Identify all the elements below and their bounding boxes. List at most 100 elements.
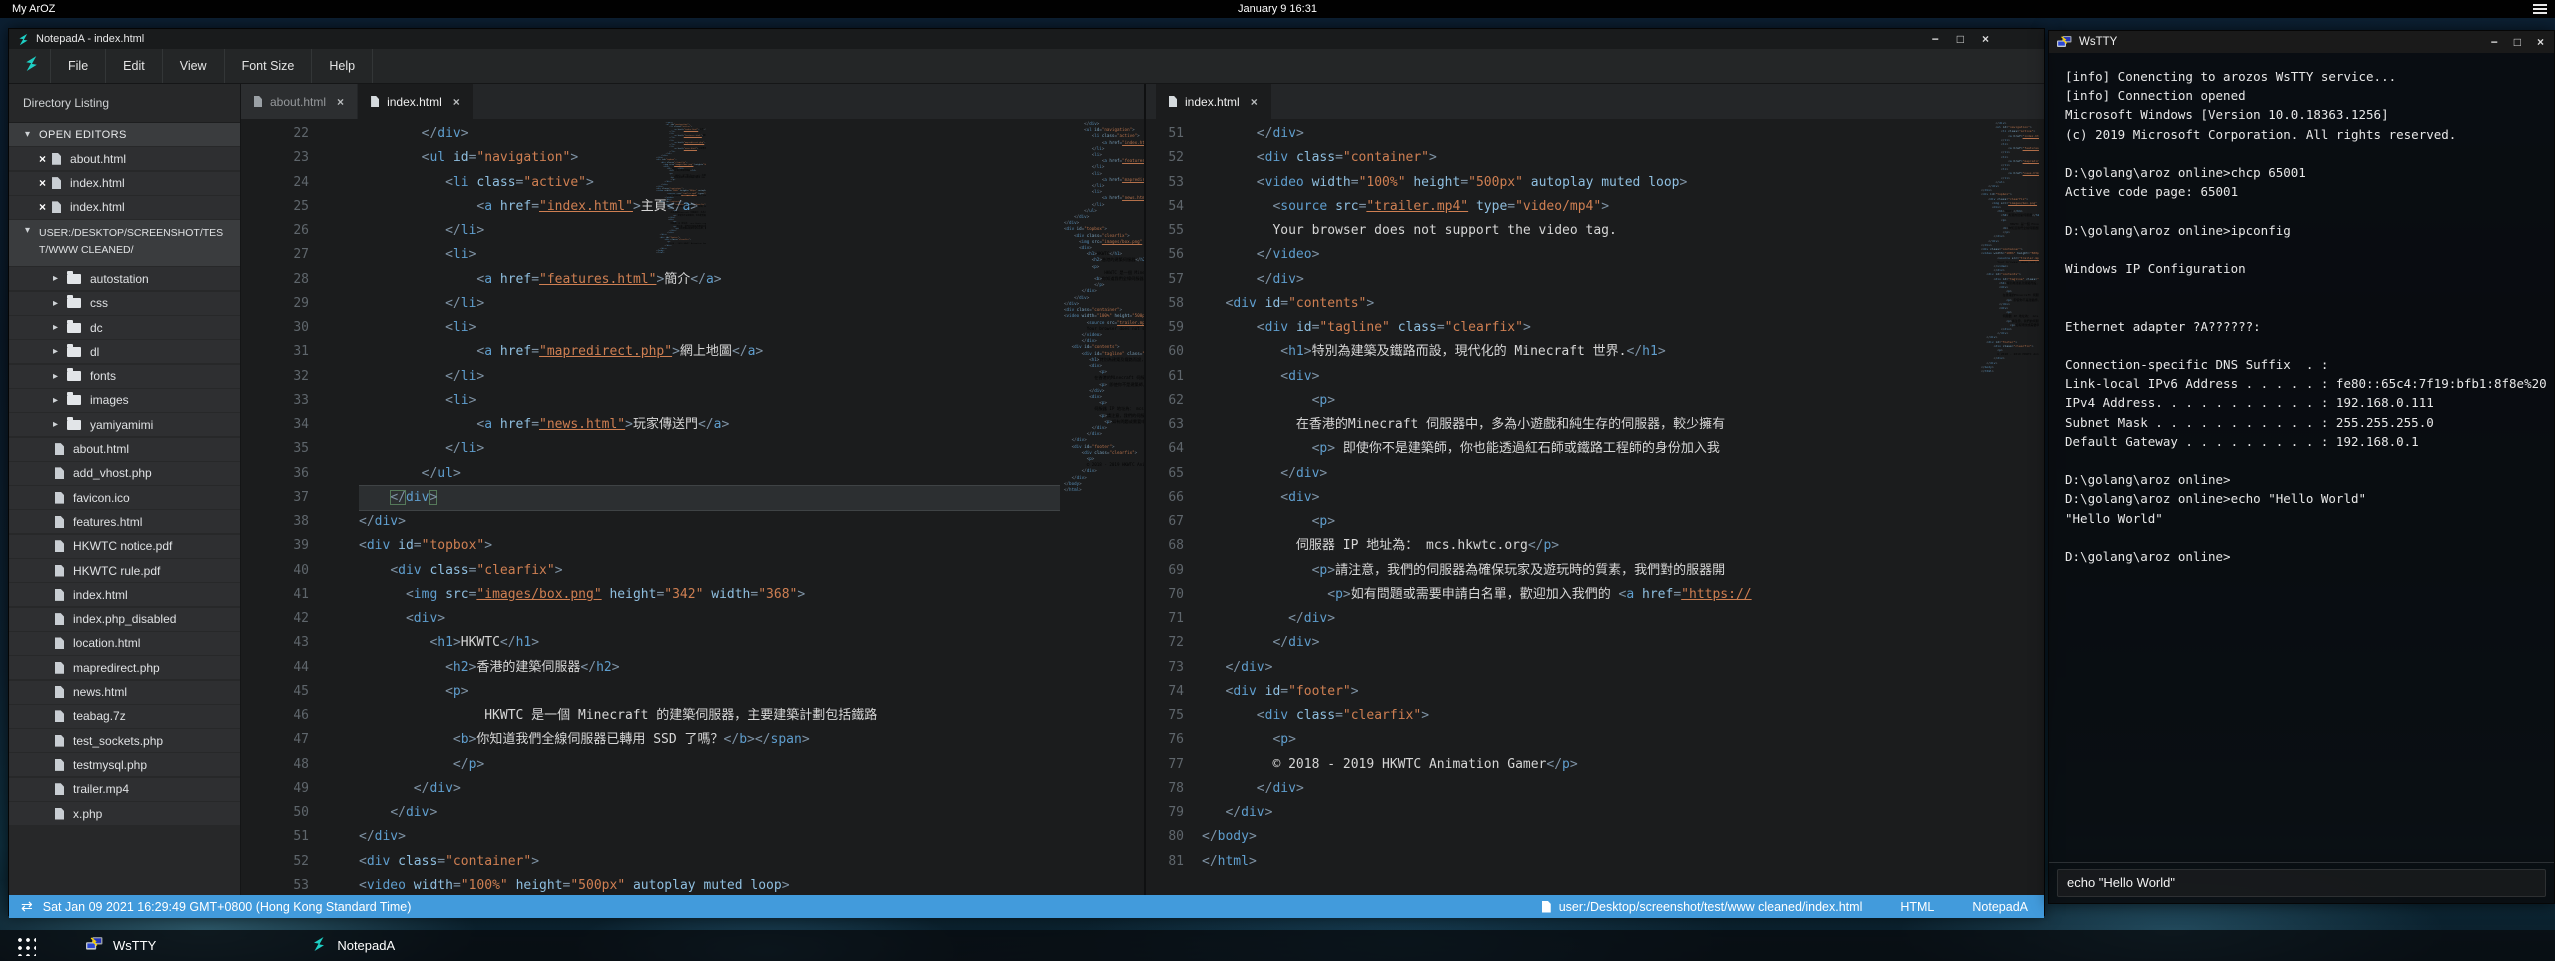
sidebar-file-item[interactable]: about.html	[9, 438, 240, 461]
taskbar-item-notepada[interactable]: NotepadA	[301, 930, 405, 961]
taskbar-item-label: NotepadA	[337, 938, 395, 953]
file-label: about.html	[73, 442, 129, 456]
wstty-titlebar[interactable]: WsTTY − □ ×	[2049, 31, 2554, 53]
file-icon	[1169, 96, 1177, 107]
sidebar-file-item[interactable]: mapredirect.php	[9, 656, 240, 679]
open-editor-item[interactable]: ×index.html	[9, 172, 240, 195]
file-icon	[52, 153, 61, 165]
close-icon[interactable]: ×	[1251, 95, 1258, 109]
line-number: 52	[241, 850, 331, 874]
menu-help[interactable]: Help	[311, 49, 373, 83]
folder-label: autostation	[90, 272, 149, 286]
line-number: 34	[241, 413, 331, 437]
sidebar-file-item[interactable]: teabag.7z	[9, 705, 240, 728]
line-number: 25	[241, 195, 331, 219]
close-icon[interactable]: ×	[337, 95, 344, 109]
file-label: location.html	[73, 636, 140, 650]
code-line: </div>	[359, 122, 1144, 146]
sidebar-file-item[interactable]: features.html	[9, 510, 240, 533]
code-editor[interactable]: </div> <div class="container"> <video wi…	[1198, 122, 2044, 895]
code-line: <img src="images/box.png" height="342" w…	[359, 583, 1144, 607]
open-editors-header[interactable]: ▾OPEN EDITORS	[9, 123, 240, 146]
app-launcher-grid-icon[interactable]	[15, 935, 36, 956]
file-icon	[55, 759, 64, 771]
file-label: index.html	[73, 588, 128, 602]
file-icon	[55, 443, 64, 455]
close-icon[interactable]: ×	[39, 176, 46, 190]
file-icon	[1542, 901, 1551, 913]
sidebar-file-item[interactable]: HKWTC rule.pdf	[9, 559, 240, 582]
sidebar-folder-yamiyamimi[interactable]: ▸yamiyamimi	[9, 413, 240, 436]
line-number: 73	[1146, 656, 1198, 680]
minimap-small[interactable]: </div> <ul id="navigation"> <li class="a…	[656, 122, 706, 298]
sidebar-folder-autostation[interactable]: ▸autostation	[9, 267, 240, 290]
file-label: x.php	[73, 807, 102, 821]
close-icon[interactable]: ×	[453, 95, 460, 109]
tab-index.html[interactable]: index.html×	[358, 84, 473, 119]
file-label: features.html	[73, 515, 142, 529]
minimize-button[interactable]: −	[1932, 29, 1939, 49]
code-line: <li>	[359, 389, 1144, 413]
minimap-left-pane[interactable]: </div> <ul id="navigation"> <li class="a…	[1060, 119, 1144, 681]
notepada-logo	[311, 936, 327, 955]
sidebar-folder-images[interactable]: ▸images	[9, 389, 240, 412]
hamburger-menu-icon[interactable]	[2533, 4, 2547, 14]
minimize-button[interactable]: −	[2491, 32, 2498, 52]
open-editor-item[interactable]: ×about.html	[9, 147, 240, 170]
sidebar-folder-dc[interactable]: ▸dc	[9, 316, 240, 339]
terminal-command-input[interactable]: echo "Hello World"	[2057, 869, 2546, 897]
close-icon[interactable]: ×	[39, 152, 46, 166]
menu-edit[interactable]: Edit	[105, 49, 162, 83]
menu-view[interactable]: View	[162, 49, 224, 83]
open-editor-item[interactable]: ×index.html	[9, 196, 240, 219]
line-number: 53	[1146, 171, 1198, 195]
menu-font-size[interactable]: Font Size	[224, 49, 312, 83]
line-number: 24	[241, 171, 331, 195]
sidebar-folder-dl[interactable]: ▸dl	[9, 340, 240, 363]
maximize-button[interactable]: □	[2514, 32, 2521, 52]
code-line: <source src="trailer.mp4" type="video/mp…	[1202, 195, 2044, 219]
sidebar-file-item[interactable]: trailer.mp4	[9, 778, 240, 801]
line-number: 27	[241, 243, 331, 267]
line-number: 57	[1146, 268, 1198, 292]
sidebar-folder-fonts[interactable]: ▸fonts	[9, 365, 240, 388]
sidebar-file-item[interactable]: favicon.ico	[9, 486, 240, 509]
sidebar-file-item[interactable]: add_vhost.php	[9, 462, 240, 485]
line-number: 46	[241, 704, 331, 728]
status-file-path: user:/Desktop/screenshot/test/www cleane…	[1559, 900, 1863, 914]
code-line: <a href="news.html">玩家傳送門</a>	[359, 413, 1144, 437]
tab-bar: index.html×	[1146, 84, 2044, 119]
code-line: <ul id="navigation">	[359, 146, 1144, 170]
root-path-label: USER:/DESKTOP/SCREENSHOT/TEST/WWW CLEANE…	[39, 225, 224, 259]
tab-index.html[interactable]: index.html×	[1156, 84, 1271, 119]
notepada-titlebar[interactable]: NotepadA - index.html − □ ×	[9, 29, 2044, 49]
sidebar-file-item[interactable]: test_sockets.php	[9, 729, 240, 752]
tab-about.html[interactable]: about.html×	[241, 84, 357, 119]
maximize-button[interactable]: □	[1957, 29, 1964, 49]
sidebar-file-item[interactable]: x.php	[9, 802, 240, 825]
root-folder-header[interactable]: ▾USER:/DESKTOP/SCREENSHOT/TEST/WWW CLEAN…	[9, 220, 240, 266]
notepada-logo	[23, 55, 40, 77]
code-line: </div>	[359, 825, 1144, 849]
sidebar-file-item[interactable]: index.html	[9, 583, 240, 606]
line-number: 35	[241, 437, 331, 461]
sidebar-file-item[interactable]: news.html	[9, 681, 240, 704]
swap-arrows-icon: ⇄	[21, 898, 33, 915]
close-icon[interactable]: ×	[39, 200, 46, 214]
sidebar-file-item[interactable]: testmysql.php	[9, 753, 240, 776]
folder-icon	[67, 323, 81, 333]
menu-file[interactable]: File	[50, 49, 105, 83]
line-number: 26	[241, 219, 331, 243]
sidebar-file-item[interactable]: HKWTC notice.pdf	[9, 535, 240, 558]
sidebar-folder-css[interactable]: ▸css	[9, 292, 240, 315]
code-editor[interactable]: </div> <ul id="navigation"> <li class="a…	[331, 122, 1144, 895]
close-button[interactable]: ×	[2537, 32, 2544, 52]
terminal-input-area: echo "Hello World"	[2049, 862, 2554, 903]
status-datetime: Sat Jan 09 2021 16:29:49 GMT+0800 (Hong …	[43, 900, 412, 914]
sidebar-file-item[interactable]: location.html	[9, 632, 240, 655]
sidebar-file-item[interactable]: index.php_disabled	[9, 608, 240, 631]
minimap-right-pane[interactable]: </div> <ul id="navigation"> <li class="a…	[1978, 119, 2039, 451]
taskbar-item-wstty[interactable]: WsTTY	[76, 930, 166, 961]
close-button[interactable]: ×	[1982, 29, 1989, 49]
code-line: <p>請注意，我們的伺服器為確保玩家及遊玩時的質素，我們對的服器開	[1202, 559, 2044, 583]
